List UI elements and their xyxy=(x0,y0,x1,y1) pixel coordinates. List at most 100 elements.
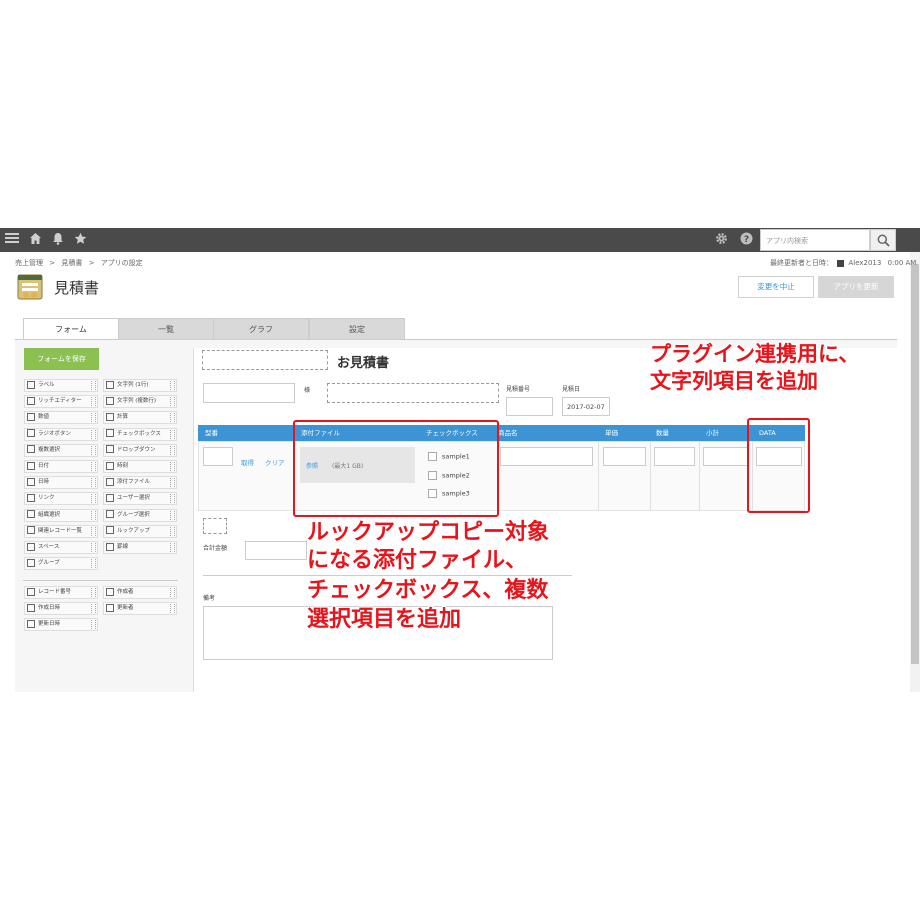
drag-handle-icon[interactable] xyxy=(91,620,96,629)
cancel-changes-button[interactable]: 変更を中止 xyxy=(738,276,814,298)
drag-handle-icon[interactable] xyxy=(91,446,96,455)
drag-handle-icon[interactable] xyxy=(91,543,96,552)
search-icon[interactable] xyxy=(870,229,896,251)
subtotal-field[interactable] xyxy=(703,447,748,466)
annotation-lookup-line3: チェックボックス、複数 xyxy=(307,577,548,605)
bell-icon[interactable] xyxy=(50,232,66,248)
drag-handle-icon[interactable] xyxy=(91,462,96,471)
palette-field-item[interactable]: グループ選択 xyxy=(103,509,177,522)
palette-field-item[interactable]: 罫線 xyxy=(103,541,177,554)
home-icon[interactable] xyxy=(27,232,43,248)
palette-field-item[interactable]: 関連レコード一覧 xyxy=(24,525,98,538)
customer-name-field[interactable] xyxy=(203,383,295,403)
drag-handle-icon[interactable] xyxy=(91,604,96,613)
palette-field-label: リンク xyxy=(38,495,55,501)
drag-handle-icon[interactable] xyxy=(91,397,96,406)
annotation-lookup-line1: ルックアップコピー対象 xyxy=(307,519,549,547)
quantity-field[interactable] xyxy=(654,447,695,466)
scrollbar[interactable] xyxy=(910,252,920,692)
column-header: 小計 xyxy=(706,425,719,441)
palette-field-item[interactable]: 計算 xyxy=(103,411,177,424)
palette-field-item[interactable]: 日時 xyxy=(24,476,98,489)
drag-handle-icon[interactable] xyxy=(170,446,175,455)
drag-handle-icon[interactable] xyxy=(170,588,175,597)
total-field[interactable] xyxy=(245,541,307,560)
help-icon[interactable]: ? xyxy=(738,232,754,248)
palette-field-item[interactable]: ルックアップ xyxy=(103,525,177,538)
tab-list[interactable]: 一覧 xyxy=(118,318,214,340)
palette-field-item[interactable]: 文字列 (複数行) xyxy=(103,395,177,408)
drag-handle-icon[interactable] xyxy=(170,494,175,503)
drag-handle-icon[interactable] xyxy=(170,397,175,406)
palette-field-label: 作成者 xyxy=(117,589,134,595)
palette-field-item[interactable]: ユーザー選択 xyxy=(103,492,177,505)
field-type-icon xyxy=(27,510,35,518)
palette-field-item[interactable]: ラジオボタン xyxy=(24,428,98,441)
drag-handle-icon[interactable] xyxy=(170,381,175,390)
palette-field-item[interactable]: ラベル xyxy=(24,379,98,392)
save-form-button[interactable]: フォームを保存 xyxy=(24,348,99,370)
drag-handle-icon[interactable] xyxy=(170,527,175,536)
palette-field-item[interactable]: ドロップダウン xyxy=(103,444,177,457)
tab-settings[interactable]: 設定 xyxy=(309,318,405,340)
unit-price-field[interactable] xyxy=(603,447,646,466)
drag-handle-icon[interactable] xyxy=(91,381,96,390)
last-updated-user[interactable]: Alex2013 xyxy=(848,259,881,267)
drag-handle-icon[interactable] xyxy=(91,478,96,487)
breadcrumb-item[interactable]: 売上管理 xyxy=(15,259,43,267)
space-field[interactable] xyxy=(202,350,328,370)
palette-field-item[interactable]: 作成日時 xyxy=(24,602,98,615)
space-field[interactable] xyxy=(327,383,499,403)
palette-field-item[interactable]: チェックボックス xyxy=(103,428,177,441)
drag-handle-icon[interactable] xyxy=(170,604,175,613)
palette-field-item[interactable]: グループ xyxy=(24,557,98,570)
search-input[interactable]: アプリ内検索 xyxy=(760,229,870,251)
drag-handle-icon[interactable] xyxy=(91,588,96,597)
tab-form[interactable]: フォーム xyxy=(23,318,119,340)
palette-field-item[interactable]: リッチエディター xyxy=(24,395,98,408)
estimate-date-field[interactable]: 2017-02-07 xyxy=(562,397,610,416)
palette-field-item[interactable]: 時刻 xyxy=(103,460,177,473)
star-icon[interactable] xyxy=(72,232,88,248)
lookup-clear-link[interactable]: クリア xyxy=(265,457,285,467)
total-label: 合計金額 xyxy=(203,543,227,552)
drag-handle-icon[interactable] xyxy=(170,543,175,552)
column-header: 商品名 xyxy=(498,425,518,441)
drag-handle-icon[interactable] xyxy=(91,494,96,503)
update-app-button[interactable]: アプリを更新 xyxy=(818,276,894,298)
lookup-get-link[interactable]: 取得 xyxy=(241,457,254,467)
estimate-no-field[interactable] xyxy=(506,397,553,416)
product-name-field[interactable] xyxy=(500,447,593,466)
scrollbar-thumb[interactable] xyxy=(911,264,919,664)
palette-field-item[interactable]: 複数選択 xyxy=(24,444,98,457)
palette-field-item[interactable]: 文字列 (1行) xyxy=(103,379,177,392)
palette-field-item[interactable]: 数値 xyxy=(24,411,98,424)
palette-field-item[interactable]: 日付 xyxy=(24,460,98,473)
gear-icon[interactable] xyxy=(713,232,729,248)
drag-handle-icon[interactable] xyxy=(170,478,175,487)
palette-field-label: スペース xyxy=(38,544,59,550)
tab-graph[interactable]: グラフ xyxy=(213,318,309,340)
palette-field-item[interactable]: 組織選択 xyxy=(24,509,98,522)
drag-handle-icon[interactable] xyxy=(170,462,175,471)
palette-field-item[interactable]: スペース xyxy=(24,541,98,554)
drag-handle-icon[interactable] xyxy=(91,511,96,520)
palette-field-item[interactable]: リンク xyxy=(24,492,98,505)
drag-handle-icon[interactable] xyxy=(91,527,96,536)
palette-field-item[interactable]: レコード番号 xyxy=(24,586,98,599)
palette-field-item[interactable]: 更新日時 xyxy=(24,618,98,631)
drag-handle-icon[interactable] xyxy=(91,559,96,568)
model-no-field[interactable] xyxy=(203,447,233,466)
drag-handle-icon[interactable] xyxy=(91,413,96,422)
palette-field-item[interactable]: 添付ファイル xyxy=(103,476,177,489)
palette-field-item[interactable]: 作成者 xyxy=(103,586,177,599)
drag-handle-icon[interactable] xyxy=(170,430,175,439)
palette-field-item[interactable]: 更新者 xyxy=(103,602,177,615)
space-field[interactable] xyxy=(203,518,227,534)
drag-handle-icon[interactable] xyxy=(91,430,96,439)
drag-handle-icon[interactable] xyxy=(170,511,175,520)
field-type-icon xyxy=(106,478,114,486)
hamburger-icon[interactable] xyxy=(4,232,20,248)
drag-handle-icon[interactable] xyxy=(170,413,175,422)
breadcrumb-item[interactable]: 見積書 xyxy=(61,259,82,267)
